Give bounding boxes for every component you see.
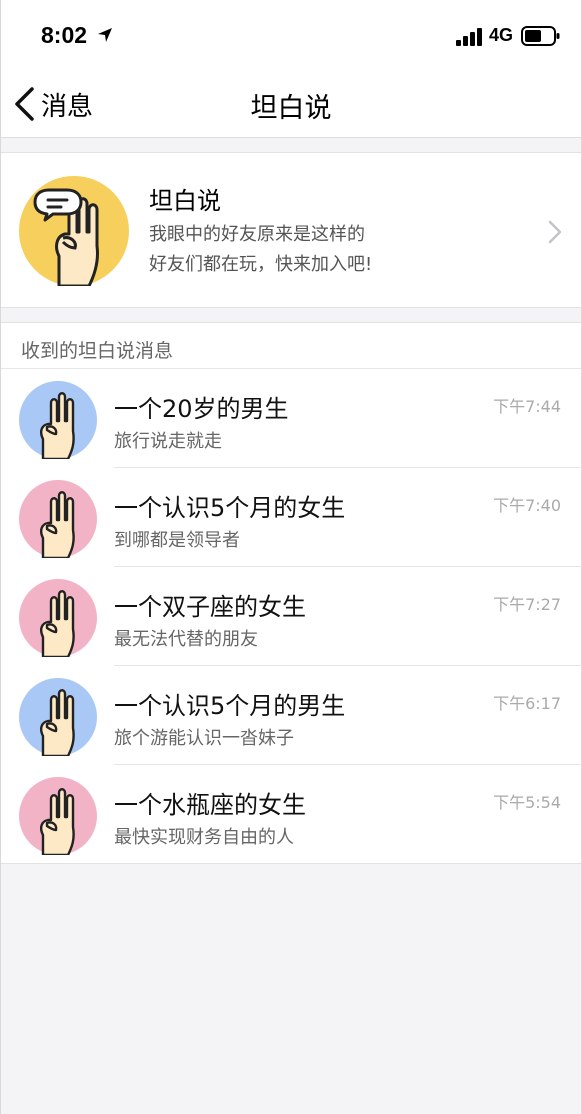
message-time: 下午6:17: [493, 694, 561, 713]
location-arrow-icon: [98, 28, 112, 42]
feature-title: 坦白说: [149, 187, 221, 215]
battery-icon: [521, 26, 560, 46]
hand-avatar-icon: [19, 480, 97, 558]
message-title: 一个双子座的女生: [114, 593, 306, 621]
message-preview: 旅行说走就走: [114, 431, 222, 452]
feature-subtitle-2: 好友们都在玩，快来加入吧!: [149, 254, 373, 275]
messages-section: 收到的坦白说消息 一个20岁的男生旅行说走就走 下午7:44 一个认识5个月的女生到…: [1, 322, 581, 864]
message-time: 下午7:27: [493, 595, 561, 614]
message-title: 一个认识5个月的男生: [114, 692, 346, 720]
message-item[interactable]: 一个20岁的男生旅行说走就走 下午7:44: [1, 369, 581, 468]
hand-avatar-icon: [19, 381, 97, 459]
header-avatar-icon: [19, 176, 129, 286]
message-item[interactable]: 一个双子座的女生最无法代替的朋友 下午7:27: [1, 567, 581, 666]
hand-avatar-icon: [19, 678, 97, 756]
message-title: 一个20岁的男生: [114, 395, 289, 423]
message-preview: 到哪都是领导者: [114, 530, 240, 551]
phone-screen: 8:02 4G 消息 坦白说 坦白说 我眼中的好友原来是这样的 好友们都在玩，快…: [0, 0, 582, 1114]
feature-subtitle-1: 我眼中的好友原来是这样的: [149, 224, 365, 245]
message-preview: 最无法代替的朋友: [114, 629, 258, 650]
nav-bar: 消息 坦白说: [1, 70, 581, 138]
hand-avatar-icon: [19, 579, 97, 657]
message-preview: 旅个游能认识一沓妹子: [114, 728, 294, 749]
message-item[interactable]: 一个认识5个月的男生旅个游能认识一沓妹子 下午6:17: [1, 666, 581, 765]
page-title: 坦白说: [250, 93, 332, 124]
status-time: 8:02: [41, 22, 88, 48]
message-time: 下午7:40: [493, 496, 561, 515]
message-preview: 最快实现财务自由的人: [114, 827, 294, 848]
section-title: 收到的坦白说消息: [21, 340, 174, 362]
hand-avatar-icon: [19, 777, 97, 855]
message-list: 一个20岁的男生 旅行说走就走 下午7:44 一个认识5个月的女生 到哪都是领导者 下午7…: [1, 369, 581, 864]
feature-intro-card[interactable]: 坦白说 我眼中的好友原来是这样的 好友们都在玩，快来加入吧!: [1, 152, 581, 308]
signal-icon: [456, 28, 482, 46]
message-time: 下午7:44: [493, 397, 561, 416]
status-bar: 8:02 4G: [1, 0, 581, 70]
message-time: 下午5:54: [493, 793, 561, 812]
message-item[interactable]: 一个认识5个月的女生到哪都是领导者 下午7:40: [1, 468, 581, 567]
message-item[interactable]: 一个水瓶座的女生最快实现财务自由的人 下午5:54: [1, 765, 581, 864]
message-title: 一个认识5个月的女生: [114, 494, 346, 522]
message-title: 一个水瓶座的女生: [114, 791, 306, 819]
chevron-right-icon: [548, 220, 562, 244]
network-label: 4G: [489, 25, 514, 45]
